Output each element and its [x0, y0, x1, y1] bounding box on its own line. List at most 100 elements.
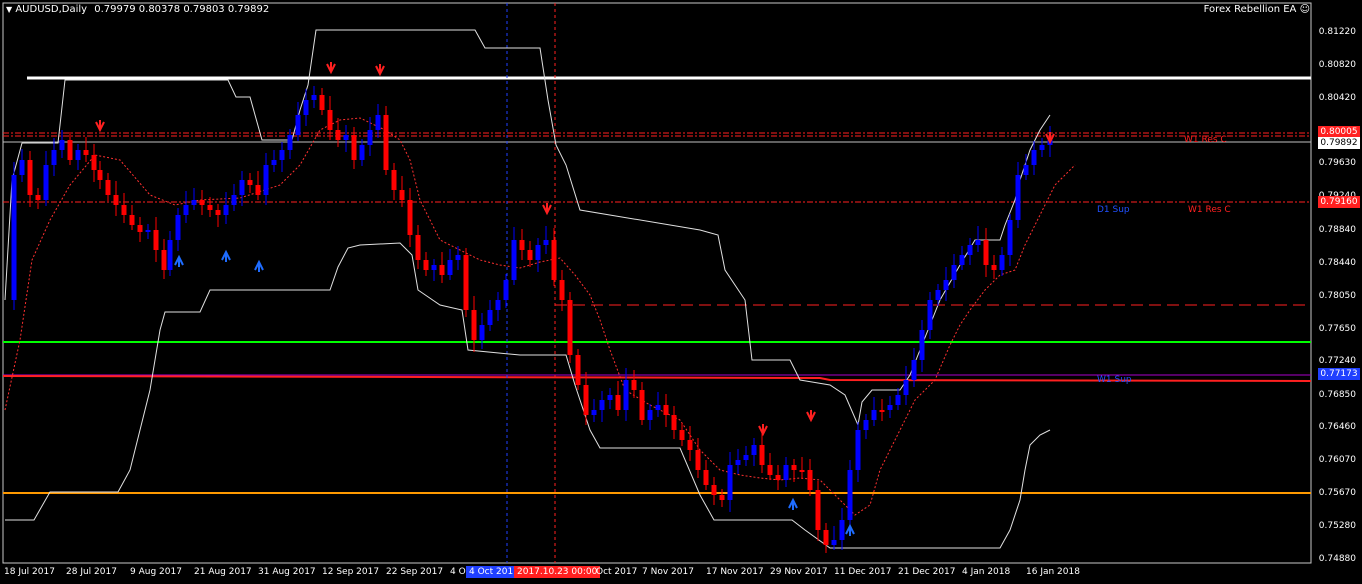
- candle-body: [1023, 165, 1029, 175]
- candle-body: [967, 245, 973, 255]
- candle-body: [935, 290, 941, 300]
- current-price-box: 0.79892: [1318, 137, 1360, 149]
- sell-arrow-icon: [806, 410, 816, 423]
- smiley-icon: ☺: [1299, 4, 1310, 15]
- chart-header: ▼ AUDUSD,Daily 0.79979 0.80378 0.79803 0…: [6, 4, 269, 15]
- candle-body: [343, 135, 349, 140]
- price-plot[interactable]: [0, 0, 1362, 584]
- x-tick: 4 O: [450, 567, 466, 577]
- candle-body: [943, 280, 949, 290]
- candle-body: [479, 325, 485, 340]
- candle-body: [153, 230, 159, 250]
- candle-body: [991, 265, 997, 270]
- x-tick: 22 Sep 2017: [386, 567, 444, 577]
- candle-body: [51, 150, 57, 165]
- candle-body: [287, 135, 293, 150]
- candle-body: [27, 160, 33, 195]
- candle-body: [743, 455, 749, 460]
- candle-body: [335, 130, 341, 140]
- candle-body: [263, 165, 269, 195]
- buy-arrow-icon: [221, 249, 231, 262]
- sell-arrow-icon: [95, 120, 105, 133]
- candle-body: [35, 195, 41, 200]
- symbol-label: AUDUSD,Daily: [15, 4, 88, 15]
- x-tick: 12 Sep 2017: [322, 567, 380, 577]
- sup-price-box: 0.79160: [1318, 196, 1360, 208]
- candle-body: [567, 300, 573, 355]
- candle-body: [983, 240, 989, 265]
- candle-body: [599, 400, 605, 410]
- candle-body: [927, 300, 933, 330]
- candle-body: [11, 175, 17, 300]
- candle-body: [113, 195, 119, 205]
- candle-body: [719, 495, 725, 500]
- candle-body: [759, 445, 765, 465]
- candle-body: [911, 360, 917, 380]
- candle-body: [767, 465, 773, 475]
- buy-arrow-icon: [788, 497, 798, 510]
- x-tick: 21 Aug 2017: [194, 567, 252, 577]
- candle-body: [207, 205, 213, 210]
- candle-body: [663, 405, 669, 415]
- candle-body: [67, 140, 73, 160]
- candle-body: [495, 300, 501, 310]
- candle-body: [191, 200, 197, 205]
- candle-body: [655, 405, 661, 410]
- buy-arrow-icon: [254, 259, 264, 272]
- candle-body: [295, 115, 301, 135]
- candle-body: [383, 115, 389, 170]
- candle-body: [175, 215, 181, 240]
- candle-body: [439, 265, 445, 275]
- candle-body: [431, 265, 437, 270]
- candle-body: [415, 235, 421, 260]
- candle-body: [831, 540, 837, 545]
- candle-body: [959, 255, 965, 265]
- candle-body: [311, 95, 317, 100]
- candle-body: [407, 200, 413, 235]
- y-tick: 0.78440: [1318, 258, 1356, 268]
- candle-body: [319, 95, 325, 110]
- chart-window[interactable]: ▼ AUDUSD,Daily 0.79979 0.80378 0.79803 0…: [0, 0, 1362, 584]
- x-tick: 21 Dec 2017: [898, 567, 956, 577]
- candle-body: [91, 155, 97, 170]
- candle-body: [863, 420, 869, 430]
- candle-body: [791, 465, 797, 470]
- candle-body: [735, 460, 741, 465]
- candle-body: [887, 405, 893, 410]
- candle-body: [615, 395, 621, 410]
- w1-sup-label: W1 Sup: [1097, 375, 1132, 385]
- candle-body: [527, 250, 533, 260]
- w1-res-label: W1 Res C: [1188, 205, 1231, 215]
- upper-channel-line: [4, 29, 1051, 427]
- candle-body: [583, 385, 589, 415]
- candle-body: [687, 440, 693, 450]
- candle-body: [239, 180, 245, 195]
- ea-label: Forex Rebellion EA ☺: [1204, 4, 1310, 15]
- x-tick: 17 Nov 2017: [706, 567, 764, 577]
- candle-body: [97, 170, 103, 180]
- candle-body: [199, 200, 205, 205]
- candle-body: [999, 255, 1005, 270]
- y-tick: 0.78840: [1318, 225, 1356, 235]
- candle-body: [1039, 145, 1045, 150]
- candle-body: [695, 450, 701, 470]
- y-tick: 0.76460: [1318, 422, 1356, 432]
- candle-body: [607, 395, 613, 400]
- candle-body: [137, 225, 143, 232]
- candle-body: [303, 100, 309, 115]
- x-tick: 29 Nov 2017: [770, 567, 828, 577]
- candle-body: [223, 205, 229, 215]
- candle-body: [455, 255, 461, 260]
- sell-arrow-icon: [375, 64, 385, 77]
- ea-name: Forex Rebellion EA: [1203, 4, 1297, 15]
- y-tick: 0.76850: [1318, 390, 1356, 400]
- candle-body: [271, 160, 277, 165]
- y-tick: 0.74880: [1318, 554, 1356, 564]
- triangle-down-icon[interactable]: ▼: [6, 5, 12, 14]
- candle-body: [503, 280, 509, 300]
- y-tick: 0.75280: [1318, 521, 1356, 531]
- cursor-date-red: 2017.10.23 00:00: [514, 566, 601, 578]
- candle-body: [647, 410, 653, 420]
- y-tick: 0.76070: [1318, 455, 1356, 465]
- candle-body: [255, 185, 261, 195]
